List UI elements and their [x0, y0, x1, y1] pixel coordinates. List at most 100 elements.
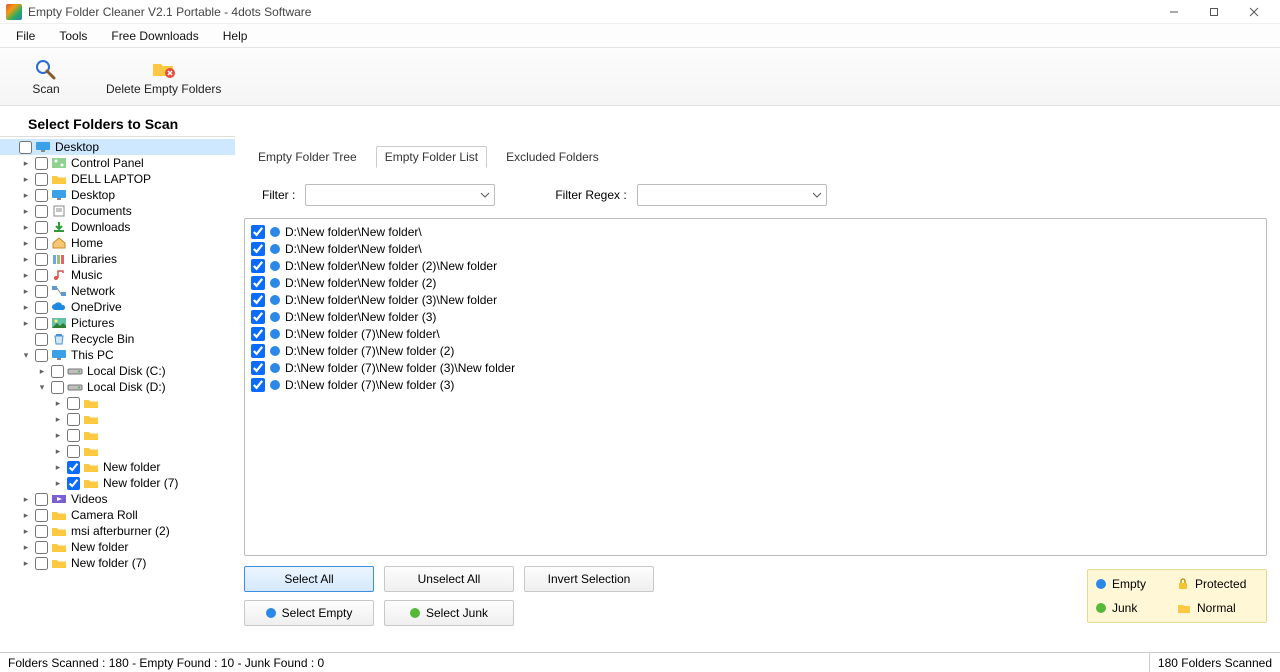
- tree-item-local-d[interactable]: ▾ Local Disk (D:): [0, 379, 235, 395]
- expand-icon[interactable]: ▸: [52, 430, 64, 441]
- expand-icon[interactable]: ▸: [52, 462, 64, 473]
- tree-item-nf[interactable]: ▸ New folder: [0, 539, 235, 555]
- result-checkbox[interactable]: [251, 293, 265, 307]
- result-row[interactable]: D:\New folder\New folder\: [251, 240, 1260, 257]
- folder-tree[interactable]: Desktop ▸ Control Panel ▸ DELL LAPTOP ▸ …: [0, 136, 235, 652]
- tree-item-onedrive[interactable]: ▸ OneDrive: [0, 299, 235, 315]
- results-list[interactable]: D:\New folder\New folder\ D:\New folder\…: [244, 218, 1267, 556]
- expand-icon[interactable]: ▸: [20, 222, 32, 233]
- expand-icon[interactable]: ▸: [20, 238, 32, 249]
- tree-checkbox[interactable]: [67, 445, 80, 458]
- select-empty-button[interactable]: Select Empty: [244, 600, 374, 626]
- tree-item-desktop2[interactable]: ▸ Desktop: [0, 187, 235, 203]
- tree-checkbox[interactable]: [35, 509, 48, 522]
- expand-icon[interactable]: ▸: [20, 542, 32, 553]
- tab-excluded-folders[interactable]: Excluded Folders: [497, 146, 608, 168]
- result-checkbox[interactable]: [251, 259, 265, 273]
- tree-checkbox[interactable]: [35, 205, 48, 218]
- result-row[interactable]: D:\New folder\New folder (2): [251, 274, 1260, 291]
- result-checkbox[interactable]: [251, 344, 265, 358]
- expand-icon[interactable]: ▸: [20, 494, 32, 505]
- expand-icon[interactable]: ▸: [36, 366, 48, 377]
- result-row[interactable]: D:\New folder (7)\New folder (3)\New fol…: [251, 359, 1260, 376]
- expand-icon[interactable]: ▸: [20, 174, 32, 185]
- tree-checkbox[interactable]: [51, 381, 64, 394]
- tree-item-blank3[interactable]: ▸: [0, 427, 235, 443]
- result-row[interactable]: D:\New folder\New folder (3)\New folder: [251, 291, 1260, 308]
- menu-free-downloads[interactable]: Free Downloads: [101, 27, 208, 45]
- expand-icon[interactable]: ▸: [20, 526, 32, 537]
- tree-checkbox[interactable]: [67, 477, 80, 490]
- filter-regex-combo[interactable]: [637, 184, 827, 206]
- filter-combo[interactable]: [305, 184, 495, 206]
- expand-icon[interactable]: ▸: [20, 270, 32, 281]
- tree-item-pictures[interactable]: ▸ Pictures: [0, 315, 235, 331]
- menu-file[interactable]: File: [6, 27, 45, 45]
- result-checkbox[interactable]: [251, 225, 265, 239]
- tab-empty-folder-tree[interactable]: Empty Folder Tree: [249, 146, 366, 168]
- tree-checkbox[interactable]: [35, 317, 48, 330]
- tree-item-local-c[interactable]: ▸ Local Disk (C:): [0, 363, 235, 379]
- result-row[interactable]: D:\New folder (7)\New folder (2): [251, 342, 1260, 359]
- expand-icon[interactable]: ▸: [52, 398, 64, 409]
- expand-icon[interactable]: ▸: [20, 190, 32, 201]
- tree-item-music[interactable]: ▸ Music: [0, 267, 235, 283]
- tree-checkbox[interactable]: [19, 141, 32, 154]
- tree-checkbox[interactable]: [35, 541, 48, 554]
- tree-checkbox[interactable]: [35, 493, 48, 506]
- tree-checkbox[interactable]: [35, 333, 48, 346]
- delete-empty-folders-button[interactable]: Delete Empty Folders: [98, 56, 229, 98]
- invert-selection-button[interactable]: Invert Selection: [524, 566, 654, 592]
- expand-icon[interactable]: ▸: [20, 158, 32, 169]
- expand-icon[interactable]: ▸: [20, 254, 32, 265]
- minimize-button[interactable]: [1154, 1, 1194, 23]
- tree-checkbox[interactable]: [67, 397, 80, 410]
- result-checkbox[interactable]: [251, 361, 265, 375]
- tree-checkbox[interactable]: [35, 269, 48, 282]
- expand-icon[interactable]: ▸: [52, 478, 64, 489]
- expand-icon[interactable]: ▸: [20, 286, 32, 297]
- maximize-button[interactable]: [1194, 1, 1234, 23]
- result-checkbox[interactable]: [251, 310, 265, 324]
- result-row[interactable]: D:\New folder\New folder\: [251, 223, 1260, 240]
- tree-checkbox[interactable]: [35, 253, 48, 266]
- menu-help[interactable]: Help: [213, 27, 258, 45]
- menu-tools[interactable]: Tools: [49, 27, 97, 45]
- result-row[interactable]: D:\New folder\New folder (3): [251, 308, 1260, 325]
- select-junk-button[interactable]: Select Junk: [384, 600, 514, 626]
- tree-checkbox[interactable]: [35, 557, 48, 570]
- tree-item-new-folder-7[interactable]: ▸ New folder (7): [0, 475, 235, 491]
- tree-item-libraries[interactable]: ▸ Libraries: [0, 251, 235, 267]
- expand-icon[interactable]: ▸: [52, 414, 64, 425]
- result-checkbox[interactable]: [251, 242, 265, 256]
- unselect-all-button[interactable]: Unselect All: [384, 566, 514, 592]
- tree-item-recycle-bin[interactable]: Recycle Bin: [0, 331, 235, 347]
- tree-checkbox[interactable]: [67, 429, 80, 442]
- tree-item-msi[interactable]: ▸ msi afterburner (2): [0, 523, 235, 539]
- expand-icon[interactable]: ▸: [20, 302, 32, 313]
- expand-icon[interactable]: ▾: [36, 382, 48, 393]
- tree-item-dell-laptop[interactable]: ▸ DELL LAPTOP: [0, 171, 235, 187]
- result-checkbox[interactable]: [251, 327, 265, 341]
- tree-item-new-folder[interactable]: ▸ New folder: [0, 459, 235, 475]
- expand-icon[interactable]: ▸: [52, 446, 64, 457]
- tree-item-nf7[interactable]: ▸ New folder (7): [0, 555, 235, 571]
- result-checkbox[interactable]: [251, 276, 265, 290]
- result-row[interactable]: D:\New folder (7)\New folder\: [251, 325, 1260, 342]
- result-row[interactable]: D:\New folder (7)\New folder (3): [251, 376, 1260, 393]
- tree-item-this-pc[interactable]: ▾ This PC: [0, 347, 235, 363]
- tree-checkbox[interactable]: [35, 349, 48, 362]
- expand-icon[interactable]: ▸: [20, 318, 32, 329]
- tree-item-downloads[interactable]: ▸ Downloads: [0, 219, 235, 235]
- tree-checkbox[interactable]: [35, 157, 48, 170]
- tree-checkbox[interactable]: [51, 365, 64, 378]
- tree-item-documents[interactable]: ▸ Documents: [0, 203, 235, 219]
- tree-checkbox[interactable]: [35, 173, 48, 186]
- tree-checkbox[interactable]: [35, 301, 48, 314]
- tree-item-network[interactable]: ▸ Network: [0, 283, 235, 299]
- tree-item-home[interactable]: ▸ Home: [0, 235, 235, 251]
- tree-checkbox[interactable]: [67, 413, 80, 426]
- tree-item-blank4[interactable]: ▸: [0, 443, 235, 459]
- tree-checkbox[interactable]: [35, 525, 48, 538]
- tree-checkbox[interactable]: [35, 285, 48, 298]
